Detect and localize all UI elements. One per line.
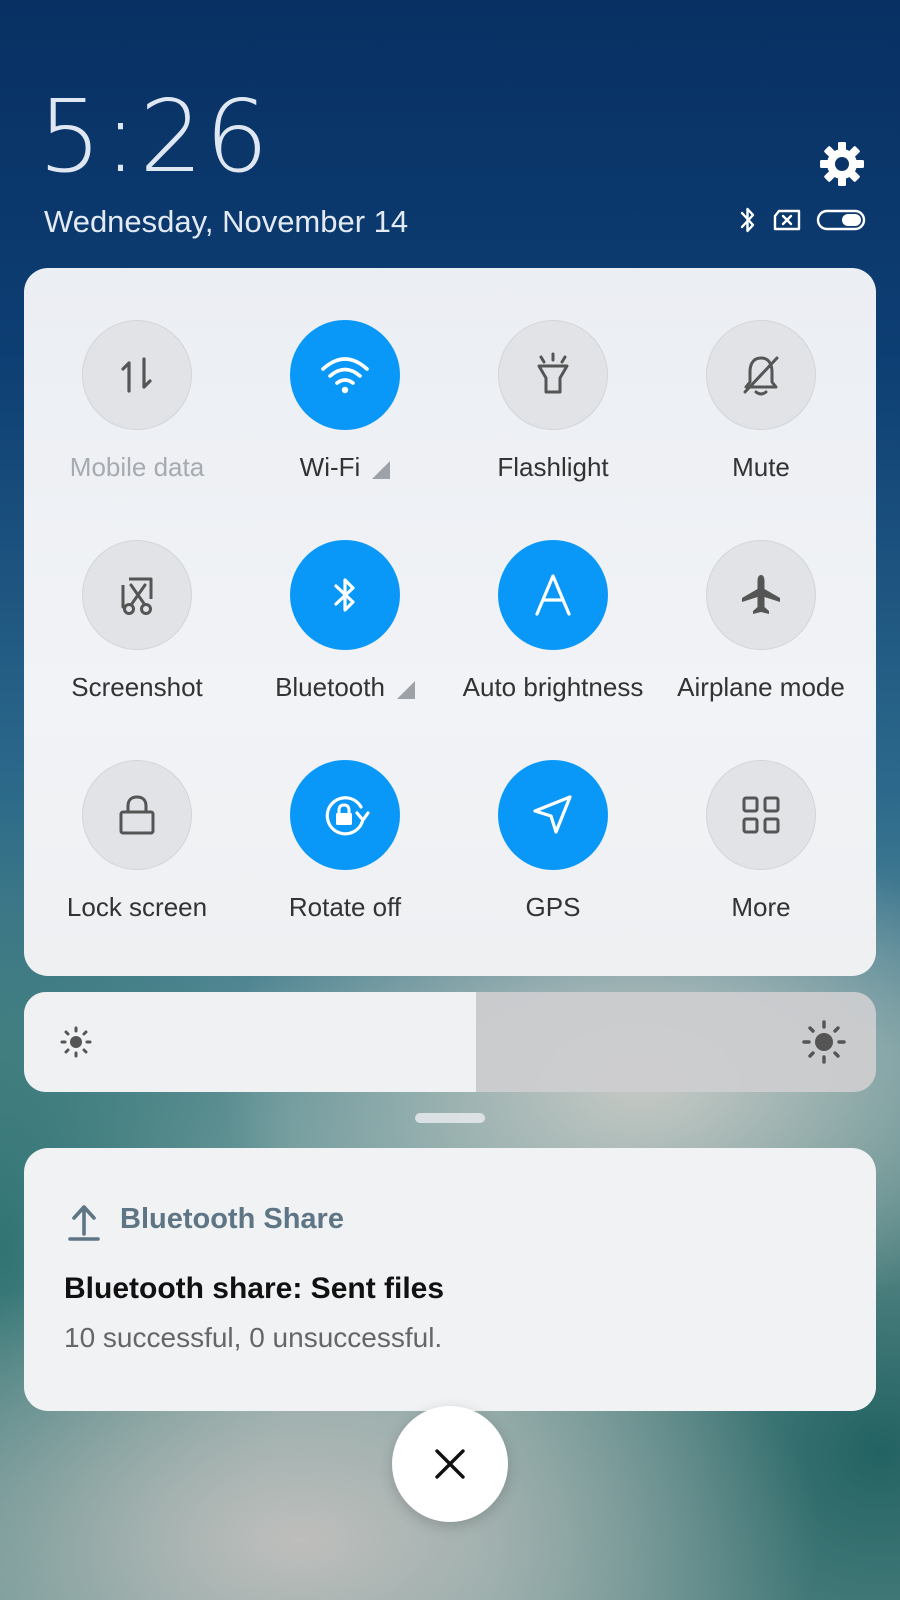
tile-auto-brightness[interactable]: Auto brightness	[453, 540, 653, 703]
bluetooth-icon	[334, 578, 355, 612]
tile-screenshot[interactable]: Screenshot	[37, 540, 237, 703]
battery-icon	[816, 208, 866, 237]
notification-app-name: Bluetooth Share	[120, 1203, 344, 1235]
tile-label: Airplane mode	[677, 672, 845, 702]
tile-wifi[interactable]: Wi-Fi	[245, 320, 445, 483]
quick-settings-panel: Mobile data Wi-Fi Flashlight Mute Screen…	[24, 268, 876, 976]
tile-rotate-off[interactable]: Rotate off	[245, 760, 445, 923]
gps-button[interactable]	[498, 760, 608, 870]
tile-mute[interactable]: Mute	[661, 320, 861, 483]
tile-lock-screen[interactable]: Lock screen	[37, 760, 237, 923]
tile-label: More	[731, 892, 791, 922]
rotate-off-button[interactable]	[290, 760, 400, 870]
tile-label-row: Bluetooth	[245, 672, 445, 703]
gps-arrow-icon	[533, 795, 572, 834]
tile-bluetooth[interactable]: Bluetooth	[245, 540, 445, 703]
auto-brightness-icon	[535, 574, 571, 616]
notification-title: Bluetooth share: Sent files	[64, 1272, 445, 1305]
upload-icon	[68, 1202, 100, 1247]
lock-screen-button[interactable]	[82, 760, 192, 870]
tile-label: Rotate off	[288, 892, 402, 922]
more-options-triangle-icon[interactable]	[372, 460, 391, 479]
screenshot-button[interactable]	[82, 540, 192, 650]
tile-label: Lock screen	[66, 892, 208, 922]
status-bar-icons	[738, 205, 866, 239]
clear-notifications-button[interactable]	[392, 1406, 508, 1522]
tile-more[interactable]: More	[661, 760, 861, 923]
no-sim-icon	[772, 208, 802, 237]
flashlight-button[interactable]	[498, 320, 608, 430]
mobile-data-button[interactable]	[82, 320, 192, 430]
clock-time[interactable]: 5:26	[38, 78, 271, 195]
tile-label: Mobile data	[69, 452, 205, 482]
tile-label: GPS	[525, 892, 581, 922]
rotate-lock-icon	[325, 796, 370, 836]
mobile-data-icon	[121, 357, 152, 393]
close-icon	[435, 1449, 465, 1479]
gear-icon[interactable]	[818, 140, 866, 188]
bluetooth-icon	[738, 205, 758, 240]
tile-label: Bluetooth	[275, 672, 385, 702]
screenshot-scissors-icon	[121, 577, 153, 615]
brightness-slider[interactable]	[24, 992, 876, 1092]
tile-label: Mute	[732, 452, 790, 482]
tile-flashlight[interactable]: Flashlight	[453, 320, 653, 483]
tile-label: Flashlight	[497, 452, 609, 482]
flashlight-icon	[537, 352, 569, 394]
tile-mobile-data[interactable]: Mobile data	[37, 320, 237, 483]
tile-label: Wi-Fi	[299, 452, 361, 482]
mute-button[interactable]	[706, 320, 816, 430]
tile-gps[interactable]: GPS	[453, 760, 653, 923]
notification-card[interactable]: Bluetooth Share Bluetooth share: Sent fi…	[24, 1148, 876, 1411]
grid-icon	[742, 796, 780, 834]
auto-brightness-button[interactable]	[498, 540, 608, 650]
sun-large-icon	[802, 1020, 846, 1069]
drag-handle[interactable]	[415, 1113, 485, 1123]
bluetooth-button[interactable]	[290, 540, 400, 650]
tile-label: Screenshot	[71, 672, 203, 702]
more-button[interactable]	[706, 760, 816, 870]
tile-airplane-mode[interactable]: Airplane mode	[661, 540, 861, 703]
wifi-button[interactable]	[290, 320, 400, 430]
wifi-icon	[321, 357, 369, 394]
tile-label: Auto brightness	[462, 672, 644, 702]
sun-small-icon	[60, 1026, 92, 1063]
notification-text: 10 successful, 0 unsuccessful.	[64, 1322, 443, 1353]
lock-icon	[119, 795, 155, 835]
mute-bell-icon	[743, 356, 779, 396]
tile-label-row: Wi-Fi	[245, 452, 445, 483]
airplane-mode-button[interactable]	[706, 540, 816, 650]
more-options-triangle-icon[interactable]	[396, 680, 415, 699]
airplane-icon	[742, 575, 780, 614]
clock-date[interactable]: Wednesday, November 14	[44, 204, 408, 240]
